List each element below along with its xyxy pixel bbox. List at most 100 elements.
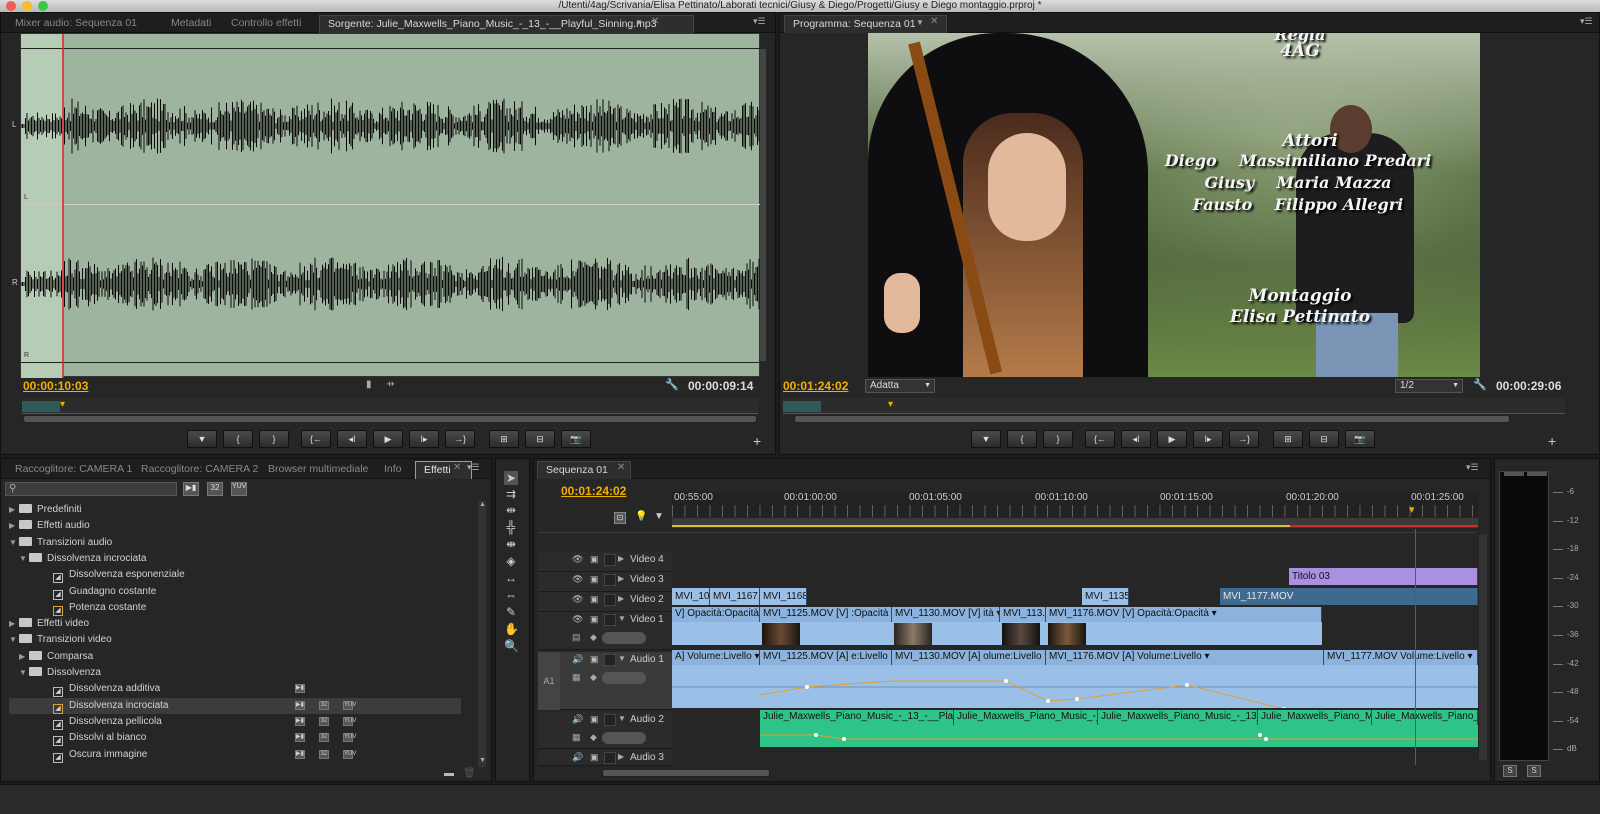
track-lock-toggle[interactable] bbox=[604, 714, 616, 726]
source-current-timecode[interactable]: 00:00:10:03 bbox=[23, 379, 88, 393]
effects-tree-scrollbar[interactable]: ▲ ▼ bbox=[478, 501, 486, 767]
clip-a1[interactable]: MVI_1177.MOV Volume:Livello ▾ bbox=[1324, 650, 1478, 665]
settings-wrench-icon[interactable]: 🔧 bbox=[665, 378, 679, 391]
source-insert-button[interactable]: ⊞ bbox=[489, 430, 519, 448]
toggle-track-output-icon[interactable]: 👁 bbox=[572, 594, 583, 605]
effects-folder-row[interactable]: ▼ Transizioni video bbox=[9, 632, 461, 648]
yuv-filter-button[interactable]: YUV bbox=[231, 482, 247, 496]
effects-folder-row[interactable]: ▶ Comparsa bbox=[9, 649, 461, 665]
program-dropdown-icon[interactable]: ▼ bbox=[916, 18, 924, 27]
clip-v2[interactable]: MVI_1177.MOV bbox=[1220, 588, 1478, 605]
slide-tool-icon[interactable]: ⇔ bbox=[504, 588, 518, 602]
pen-tool-icon[interactable]: ✎ bbox=[504, 605, 518, 619]
effects-folder-row[interactable]: ▼ Transizioni audio bbox=[9, 535, 461, 551]
clip-a2[interactable]: Julie_Maxwells_Piano_Mu bbox=[1258, 710, 1372, 725]
timeline-playhead-icon[interactable]: ▾ bbox=[1409, 503, 1415, 516]
tab-metadata[interactable]: Metadati bbox=[163, 15, 219, 33]
track-lock-toggle[interactable] bbox=[604, 654, 616, 666]
expand-track-icon[interactable]: ▶ bbox=[618, 752, 624, 761]
sync-lock-icon[interactable]: ▣ bbox=[590, 554, 599, 565]
toggle-track-output-icon[interactable]: 👁 bbox=[572, 554, 583, 565]
drag-audio-icon[interactable]: ⇸ bbox=[386, 379, 394, 390]
effects-search-field[interactable]: ⚲ bbox=[5, 482, 177, 496]
add-button-icon[interactable]: + bbox=[753, 433, 761, 449]
32bit-filter-button[interactable]: 32 bbox=[207, 482, 223, 496]
program-video-frame[interactable]: Regia 4AG Attori Diego Massimiliano Pred… bbox=[868, 33, 1480, 377]
disclosure-closed-icon[interactable]: ▶ bbox=[19, 649, 29, 665]
clip-v2[interactable]: MVI_10 bbox=[672, 588, 710, 605]
track-header-a3[interactable]: 🔊 ▣ ▶ Audio 3 bbox=[538, 750, 672, 766]
program-step-forward-button[interactable]: I▸ bbox=[1193, 430, 1223, 448]
effects-search-input[interactable] bbox=[20, 483, 170, 495]
program-playhead-icon[interactable]: ▾ bbox=[888, 399, 893, 410]
program-add-button-icon[interactable]: + bbox=[1548, 433, 1556, 449]
solo-left-button[interactable]: S bbox=[1503, 765, 1517, 777]
program-mark-in-button[interactable]: { bbox=[1007, 430, 1037, 448]
source-zoom-scrollbar[interactable] bbox=[23, 415, 757, 423]
program-go-to-in-button[interactable]: {← bbox=[1085, 430, 1115, 448]
selection-tool-icon[interactable]: ➤ bbox=[504, 471, 518, 485]
source-go-to-in-button[interactable]: {← bbox=[301, 430, 331, 448]
program-time-ruler[interactable]: ▾ bbox=[783, 398, 1565, 414]
effects-folder-row[interactable]: ▶ Effetti video bbox=[9, 616, 461, 632]
source-time-ruler[interactable]: ▾ bbox=[22, 398, 758, 414]
tab-bin-camera-1[interactable]: Raccoglitore: CAMERA 1 bbox=[7, 461, 140, 479]
source-add-marker-button[interactable]: ▼ bbox=[187, 430, 217, 448]
sync-lock-icon[interactable]: ▣ bbox=[590, 654, 599, 665]
clip-a2[interactable]: Julie_Maxwells_Piano_Music_-_1 bbox=[954, 710, 1098, 725]
clip-v1[interactable]: MVI_1130.MOV [V] ità ▾ bbox=[892, 607, 1000, 622]
snap-toggle-icon[interactable]: ⊡ bbox=[614, 512, 626, 524]
source-mark-in-button[interactable]: { bbox=[223, 430, 253, 448]
delete-custom-item-icon[interactable]: 🗑 bbox=[463, 768, 476, 779]
accelerated-effects-filter-icon[interactable]: ▶▮ bbox=[183, 482, 199, 496]
toggle-track-audio-icon[interactable]: 🔊 bbox=[572, 654, 583, 665]
clip-a2[interactable]: Julie_Maxwells_Piano_Music_-_13_- bbox=[1098, 710, 1258, 725]
scroll-up-icon[interactable]: ▲ bbox=[479, 501, 486, 508]
clip-v2[interactable]: MVI_1135 bbox=[1082, 588, 1129, 605]
clip-a2[interactable]: Julie_Maxwells_Piano_Mu bbox=[1372, 710, 1478, 725]
keyframe-navigator[interactable] bbox=[602, 672, 646, 684]
clip-titolo-03[interactable]: Titolo 03 bbox=[1289, 568, 1478, 585]
source-track-target[interactable]: A1 bbox=[538, 652, 560, 710]
close-window-icon[interactable] bbox=[6, 1, 16, 11]
tab-info[interactable]: Info bbox=[376, 461, 410, 479]
clip-v2[interactable]: MVI_1167. bbox=[710, 588, 760, 605]
effects-folder-row[interactable]: ▶ Effetti audio bbox=[9, 518, 461, 534]
source-step-forward-button[interactable]: I▸ bbox=[409, 430, 439, 448]
solo-right-button[interactable]: S bbox=[1527, 765, 1541, 777]
keyframe-navigator[interactable] bbox=[602, 732, 646, 744]
collapse-track-icon[interactable]: ▼ bbox=[618, 714, 626, 723]
set-display-style-icon[interactable]: ▤ bbox=[572, 632, 581, 643]
track-lock-toggle[interactable] bbox=[604, 752, 616, 764]
toggle-track-output-icon[interactable]: 👁 bbox=[572, 614, 583, 625]
effect-item-row[interactable]: ◢ Oscura immagine ▶▮ 32 YUV bbox=[9, 747, 461, 763]
program-go-to-out-button[interactable]: →} bbox=[1229, 430, 1259, 448]
sync-lock-icon[interactable]: ▣ bbox=[590, 594, 599, 605]
razor-tool-icon[interactable]: ◈ bbox=[504, 554, 518, 568]
playback-resolution-select[interactable]: 1/2 ▼ bbox=[1395, 379, 1463, 393]
sequence-close-icon[interactable]: ✕ bbox=[617, 462, 625, 473]
disclosure-closed-icon[interactable]: ▶ bbox=[9, 518, 19, 534]
collapse-track-icon[interactable]: ▼ bbox=[618, 614, 626, 623]
effects-folder-row[interactable]: ▶ Predefiniti bbox=[9, 502, 461, 518]
expand-track-icon[interactable]: ▶ bbox=[618, 594, 624, 603]
track-lock-toggle[interactable] bbox=[604, 554, 616, 566]
clip-v1[interactable]: MVI_113. bbox=[1000, 607, 1046, 622]
timeline-current-timecode[interactable]: 00:01:24:02 bbox=[561, 484, 626, 498]
program-current-timecode[interactable]: 00:01:24:02 bbox=[783, 379, 848, 393]
track-header-a1[interactable]: A1 🔊 ▣ ▼ Audio 1 ▦ ◆ bbox=[538, 652, 672, 710]
zoom-window-icon[interactable] bbox=[38, 1, 48, 11]
tab-bin-camera-2[interactable]: Raccoglitore: CAMERA 2 bbox=[133, 461, 266, 479]
tab-audio-mixer[interactable]: Mixer audio: Sequenza 01 bbox=[7, 15, 145, 33]
marker-icon[interactable]: ▼ bbox=[654, 511, 664, 522]
clip-v1[interactable]: V] Opacità:Opacità ▾ bbox=[672, 607, 760, 622]
minimize-window-icon[interactable] bbox=[22, 1, 32, 11]
timeline-panel-menu-icon[interactable]: ▾☰ bbox=[1466, 462, 1479, 473]
slip-tool-icon[interactable]: ↔ bbox=[504, 571, 518, 585]
program-close-icon[interactable]: ✕ bbox=[930, 16, 938, 27]
program-insert-button[interactable]: ⊞ bbox=[1273, 430, 1303, 448]
track-lock-toggle[interactable] bbox=[604, 614, 616, 626]
rolling-edit-tool-icon[interactable]: ╬ bbox=[504, 520, 518, 534]
program-panel-menu-icon[interactable]: ▾☰ bbox=[1580, 16, 1593, 27]
program-settings-wrench-icon[interactable]: 🔧 bbox=[1473, 378, 1487, 391]
